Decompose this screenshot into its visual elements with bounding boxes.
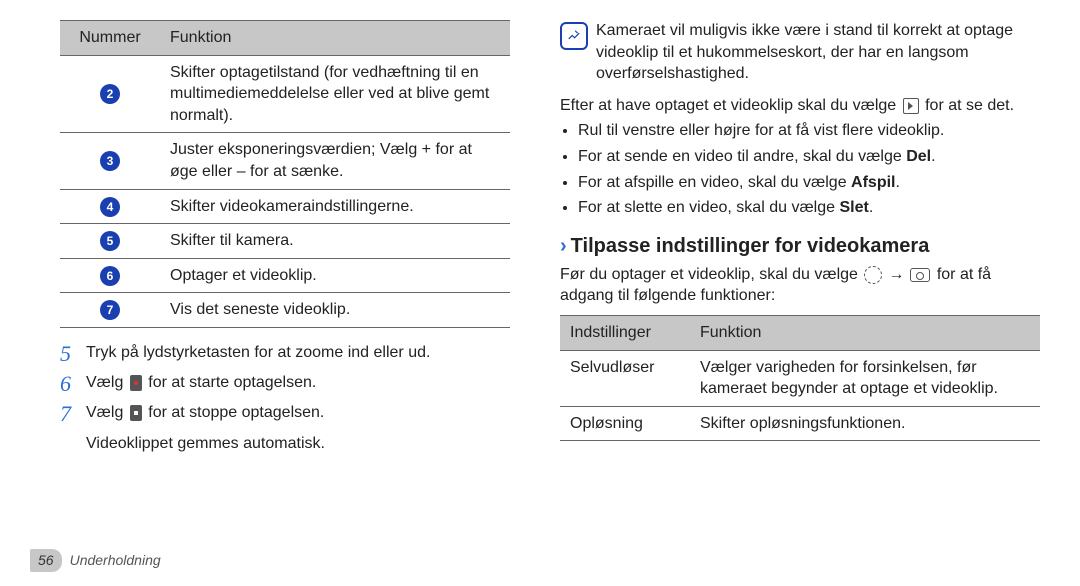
note-icon: [560, 22, 588, 50]
table-row: 6 Optager et videoklip.: [60, 258, 510, 293]
step-num: 6: [60, 372, 86, 396]
th-function: Funktion: [160, 21, 510, 56]
list-item: For at afspille en video, skal du vælge …: [578, 172, 1040, 194]
step-7-sub: Videoklippet gemmes automatisk.: [86, 433, 510, 455]
setting-val: Skifter opløsningsfunktionen.: [690, 406, 1040, 441]
table-row: 2 Skifter optagetilstand (for vedhæftnin…: [60, 55, 510, 133]
footer-section: Underholdning: [70, 551, 161, 570]
step-pre: Vælg: [86, 404, 128, 421]
list-item: For at sende en video til andre, skal du…: [578, 146, 1040, 168]
page-number: 56: [30, 549, 62, 572]
row-num-5: 5: [100, 231, 120, 251]
step-text: Vælg for at starte optagelsen.: [86, 372, 510, 396]
section-heading-text: Tilpasse indstillinger for videokamera: [571, 235, 930, 257]
function-table: Nummer Funktion 2 Skifter optagetilstand…: [60, 20, 510, 328]
settings-table: Indstillinger Funktion Selvudløser Vælge…: [560, 315, 1040, 441]
step-5: 5 Tryk på lydstyrketasten for at zoome i…: [60, 342, 510, 366]
row-num-2: 2: [100, 84, 120, 104]
step-text: Vælg for at stoppe optagelsen.: [86, 402, 510, 426]
table-row: 4 Skifter videokameraindstillingerne.: [60, 189, 510, 224]
after-note-pre: Efter at have optaget et videoklip skal …: [560, 97, 901, 114]
th-number: Nummer: [60, 21, 160, 56]
section-intro: Før du optager et videoklip, skal du væl…: [560, 264, 1040, 307]
th-setting: Indstillinger: [560, 315, 690, 350]
list-item: For at slette en video, skal du vælge Sl…: [578, 197, 1040, 219]
note-text: Kameraet vil muligvis ikke være i stand …: [596, 20, 1040, 85]
th-function: Funktion: [690, 315, 1040, 350]
gear-icon: [864, 266, 882, 284]
step-7: 7 Vælg for at stoppe optagelsen.: [60, 402, 510, 426]
step-num: 7: [60, 402, 86, 426]
row-func: Skifter optagetilstand (for vedhæftning …: [160, 55, 510, 133]
section-intro-pre: Før du optager et videoklip, skal du væl…: [560, 266, 862, 283]
table-row: 5 Skifter til kamera.: [60, 224, 510, 259]
row-func: Optager et videoklip.: [160, 258, 510, 293]
record-stop-icon: [130, 405, 142, 421]
row-func: Juster eksponeringsværdien; Vælg + for a…: [160, 133, 510, 189]
table-row: 3 Juster eksponeringsværdien; Vælg + for…: [60, 133, 510, 189]
page-footer: 56 Underholdning: [30, 549, 161, 572]
after-note-post: for at se det.: [921, 97, 1014, 114]
table-row: 7 Vis det seneste videoklip.: [60, 293, 510, 328]
record-start-icon: [130, 375, 142, 391]
list-item: Rul til venstre eller højre for at få vi…: [578, 120, 1040, 142]
row-num-6: 6: [100, 266, 120, 286]
section-heading: ›Tilpasse indstillinger for videokamera: [560, 233, 1040, 260]
row-num-7: 7: [100, 300, 120, 320]
setting-key: Opløsning: [560, 406, 690, 441]
row-num-4: 4: [100, 197, 120, 217]
step-6: 6 Vælg for at starte optagelsen.: [60, 372, 510, 396]
after-note: Efter at have optaget et videoklip skal …: [560, 95, 1040, 117]
row-func: Skifter til kamera.: [160, 224, 510, 259]
play-icon: [903, 98, 919, 114]
table-row: Selvudløser Vælger varigheden for forsin…: [560, 350, 1040, 406]
video-actions-list: Rul til venstre eller højre for at få vi…: [560, 120, 1040, 218]
arrow-icon: →: [888, 266, 904, 283]
step-pre: Vælg: [86, 374, 128, 391]
setting-val: Vælger varigheden for forsinkelsen, før …: [690, 350, 1040, 406]
chevron-icon: ›: [560, 235, 567, 257]
step-post: for at starte optagelsen.: [144, 374, 317, 391]
step-num: 5: [60, 342, 86, 366]
row-func: Vis det seneste videoklip.: [160, 293, 510, 328]
row-func: Skifter videokameraindstillingerne.: [160, 189, 510, 224]
info-note: Kameraet vil muligvis ikke være i stand …: [560, 20, 1040, 85]
setting-key: Selvudløser: [560, 350, 690, 406]
step-text: Tryk på lydstyrketasten for at zoome ind…: [86, 342, 510, 366]
table-row: Opløsning Skifter opløsningsfunktionen.: [560, 406, 1040, 441]
step-post: for at stoppe optagelsen.: [144, 404, 325, 421]
camera-icon: [910, 268, 930, 282]
row-num-3: 3: [100, 151, 120, 171]
